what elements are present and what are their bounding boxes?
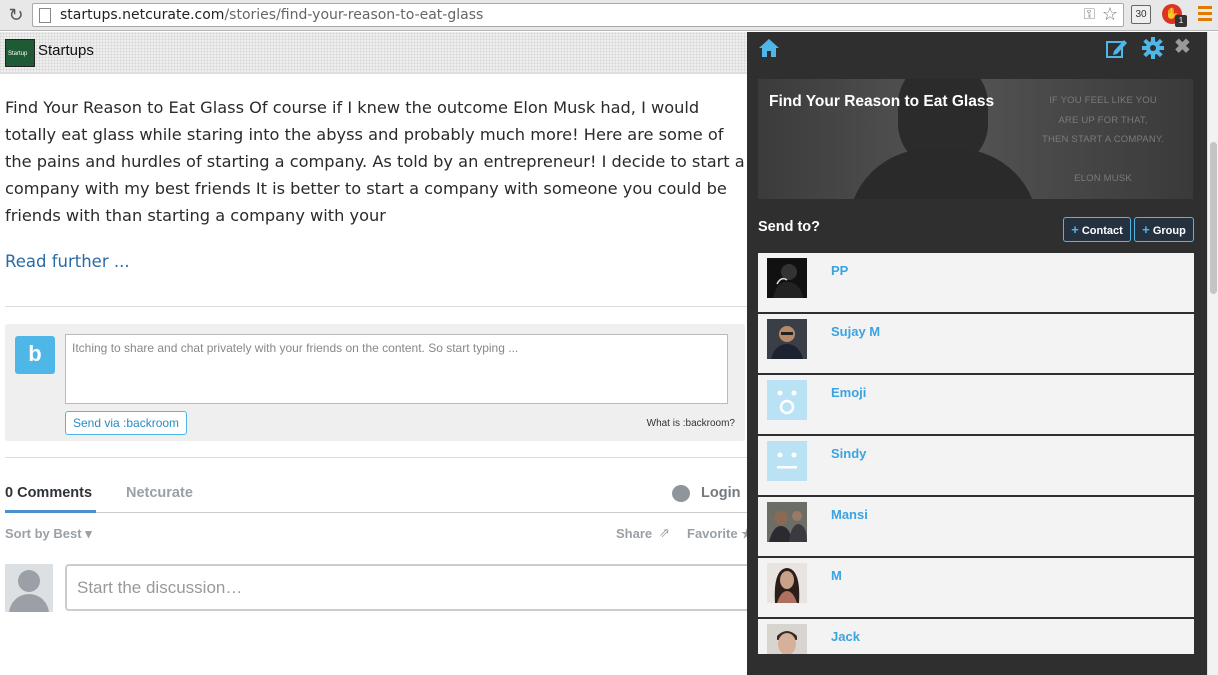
contact-name: Mansi <box>831 507 868 522</box>
site-brand[interactable]: Startups <box>38 42 94 59</box>
share-icon[interactable]: ⇗ <box>659 525 670 541</box>
chat-bubble-icon <box>672 485 690 502</box>
edit-icon[interactable] <box>1106 38 1128 58</box>
send-to-label: Send to? <box>758 219 821 235</box>
contact-name: Sujay M <box>831 324 881 339</box>
avatar <box>5 564 53 612</box>
panel-footer <box>747 654 1207 675</box>
reload-icon[interactable]: ↻ <box>6 5 26 25</box>
contact-name: Jack <box>831 629 860 644</box>
active-tab-indicator <box>5 510 96 513</box>
browser-toolbar: ↻ startups.netcurate.com/stories/find-yo… <box>0 0 1218 31</box>
key-icon[interactable]: ⚿ <box>1084 6 1095 23</box>
home-icon[interactable] <box>758 38 780 58</box>
add-contact-button[interactable]: + Contact <box>1063 217 1131 242</box>
plus-icon: + <box>1142 222 1150 237</box>
backroom-widget: b Itching to share and chat privately wi… <box>5 324 745 441</box>
address-bar[interactable]: startups.netcurate.com/stories/find-your… <box>32 3 1124 27</box>
contact-item[interactable]: Sujay M <box>758 314 1194 373</box>
calendar-extension-icon[interactable]: 30 <box>1131 5 1151 24</box>
avatar <box>767 319 807 359</box>
backroom-message-input[interactable]: Itching to share and chat privately with… <box>65 334 728 404</box>
page-scrollbar[interactable] <box>1207 32 1218 675</box>
scrollbar-thumb[interactable] <box>1210 142 1217 294</box>
hero-scrollbar[interactable] <box>1187 79 1193 199</box>
sort-dropdown[interactable]: Sort by Best ▾ <box>5 526 92 542</box>
article-excerpt: Find Your Reason to Eat Glass Of course … <box>5 98 745 225</box>
tab-comments[interactable]: 0 Comments <box>5 485 92 501</box>
extension-badge: 1 <box>1175 15 1187 27</box>
contact-name: M <box>831 568 842 583</box>
contact-item[interactable]: Sindy <box>758 436 1194 495</box>
contact-name: Emoji <box>831 385 867 400</box>
send-via-backroom-button[interactable]: Send via :backroom <box>65 411 188 435</box>
star-icon[interactable]: ☆ <box>1102 4 1118 25</box>
menu-icon[interactable] <box>1198 6 1212 24</box>
avatar <box>767 502 807 542</box>
page-icon <box>39 8 51 23</box>
backroom-logo-icon: b <box>15 336 55 374</box>
divider <box>5 457 748 458</box>
story-hero: Find Your Reason to Eat Glass IF YOU FEE… <box>758 79 1193 199</box>
tab-netcurate[interactable]: Netcurate <box>126 485 193 501</box>
share-button[interactable]: Share <box>616 526 652 541</box>
avatar <box>767 380 807 420</box>
contact-name: Sindy <box>831 446 867 461</box>
plus-icon: + <box>1071 222 1079 237</box>
story-title: Find Your Reason to Eat Glass <box>769 93 995 110</box>
caret-down-icon: ▾ <box>85 526 92 541</box>
hero-quote: IF YOU FEEL LIKE YOU ARE UP FOR THAT, TH… <box>1041 95 1165 184</box>
url-text[interactable]: startups.netcurate.com/stories/find-your… <box>60 7 483 23</box>
avatar <box>767 563 807 603</box>
divider <box>5 306 748 307</box>
close-icon[interactable]: ✖ <box>1174 37 1194 58</box>
contact-item[interactable]: PP <box>758 253 1194 312</box>
what-is-backroom-link[interactable]: What is :backroom? <box>647 418 735 429</box>
contact-item[interactable]: Emoji <box>758 375 1194 434</box>
site-header: Startup Startups <box>0 32 748 74</box>
read-further-link[interactable]: Read further ... <box>5 252 130 271</box>
gear-icon[interactable] <box>1142 37 1164 59</box>
contact-item[interactable]: M <box>758 558 1194 617</box>
share-panel: ✖ Find Your Reason to Eat Glass IF YOU F… <box>747 32 1207 675</box>
favorite-button[interactable]: Favorite ★ <box>687 526 753 542</box>
contact-item[interactable]: Mansi <box>758 497 1194 556</box>
sort-label: Sort by Best <box>5 526 82 541</box>
avatar <box>767 441 807 481</box>
favorite-label: Favorite <box>687 526 738 541</box>
url-host: startups.netcurate.com <box>60 7 225 23</box>
site-logo[interactable]: Startup <box>5 39 35 67</box>
tab-divider <box>5 512 748 513</box>
avatar <box>767 624 807 654</box>
contact-list: PP Sujay M Emoji Sindy Mansi M Jack <box>758 253 1194 654</box>
url-path: /stories/find-your-reason-to-eat-glass <box>224 7 484 23</box>
contact-name: PP <box>831 263 849 278</box>
discussion-input[interactable]: Start the discussion… <box>65 564 755 611</box>
add-group-button[interactable]: + Group <box>1134 217 1194 242</box>
login-button[interactable]: Login <box>701 485 740 501</box>
contact-item[interactable]: Jack <box>758 619 1194 654</box>
avatar <box>767 258 807 298</box>
